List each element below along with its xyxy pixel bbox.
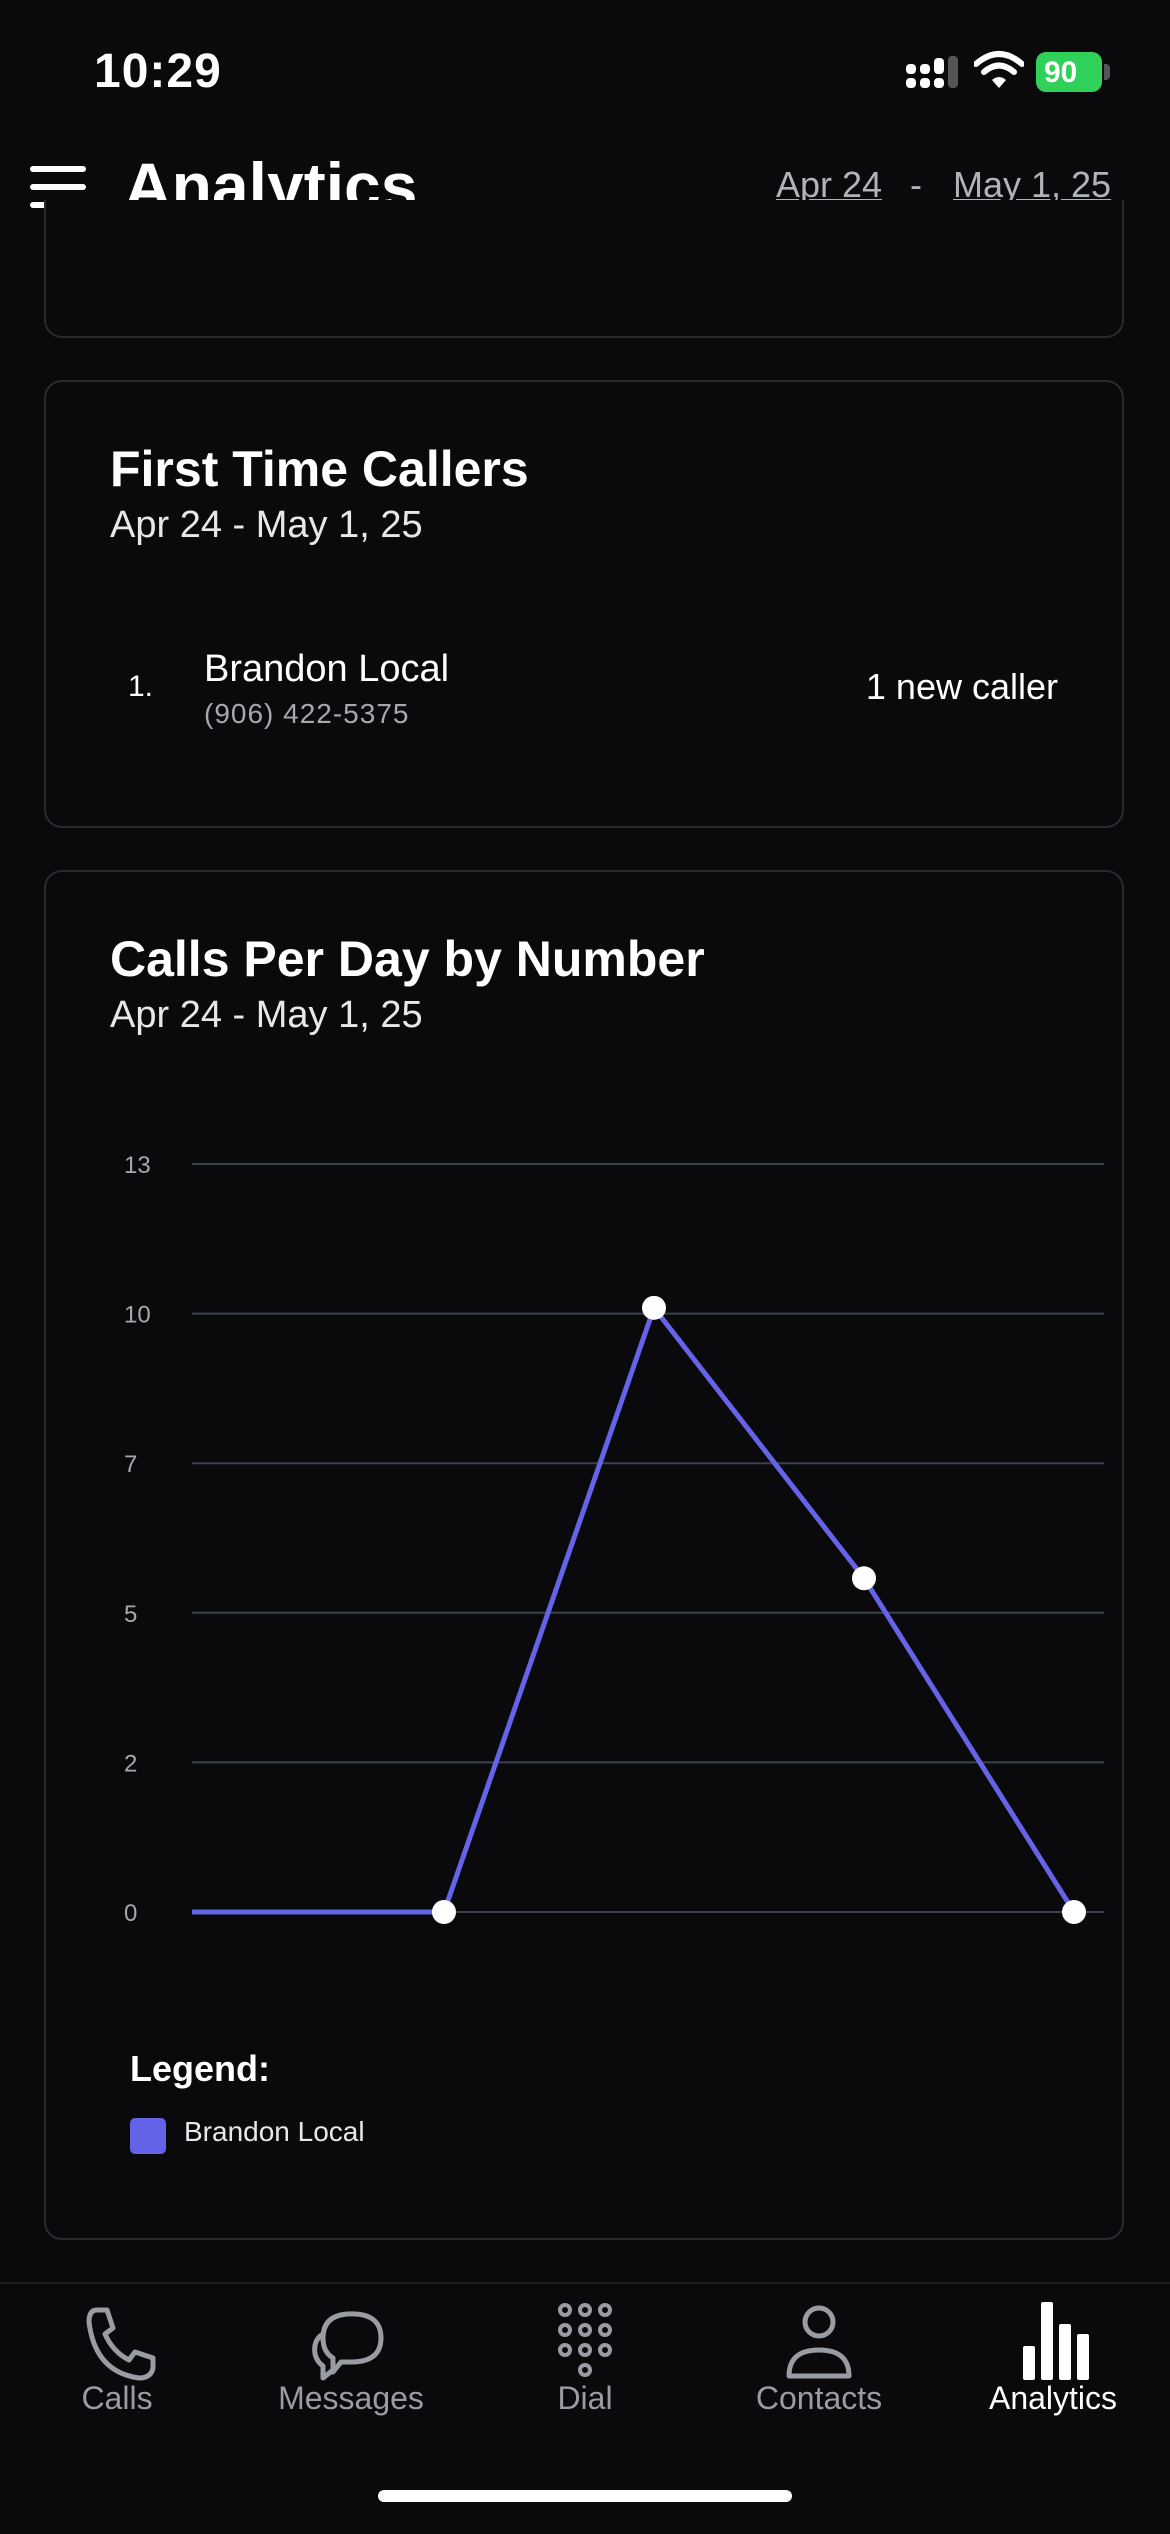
- y-tick-label: 2: [124, 1750, 137, 1777]
- tab-label: Analytics: [988, 2380, 1118, 2416]
- tab-messages[interactable]: Messages: [234, 2284, 468, 2434]
- line-chart: 0 2 5 7 10 13 4/29 4/30 5/1 5/2: [124, 1152, 1104, 1932]
- legend-title: Legend:: [130, 2048, 270, 2089]
- dialpad-icon: [558, 2303, 612, 2377]
- status-bar: 10:29 90: [0, 0, 1170, 140]
- data-point: [1062, 1900, 1086, 1924]
- series-line: [192, 1305, 1077, 1915]
- tab-label: Contacts: [755, 2380, 883, 2416]
- x-tick-label: 4/30: [631, 1929, 678, 1932]
- legend-label: Brandon Local: [184, 2116, 365, 2147]
- tab-label: Calls: [81, 2380, 153, 2416]
- x-tick-label: 5/2: [1057, 1929, 1090, 1932]
- chat-bubbles-icon: [312, 2311, 384, 2381]
- status-time: 10:29: [94, 45, 222, 98]
- home-indicator: [378, 2490, 792, 2502]
- battery-icon: 90: [1036, 52, 1110, 92]
- caller-phone: (906) 422-5375: [204, 698, 410, 729]
- card-title: First Time Callers: [110, 441, 529, 497]
- new-caller-count: 1 new caller: [865, 666, 1058, 707]
- caller-name: Brandon Local: [204, 648, 450, 690]
- phone-icon: [86, 2307, 156, 2381]
- y-tick-label: 10: [124, 1302, 151, 1329]
- person-icon: [786, 2305, 852, 2379]
- data-point: [432, 1900, 456, 1924]
- battery-level: 90: [1044, 56, 1078, 89]
- previous-card: [44, 200, 1124, 338]
- data-point: [642, 1295, 666, 1320]
- x-tick-label: 4/29: [421, 1929, 468, 1932]
- legend-swatch: [130, 2118, 166, 2154]
- y-tick-label: 5: [124, 1601, 137, 1628]
- data-point: [852, 1566, 876, 1591]
- tab-label: Messages: [278, 2380, 424, 2416]
- wifi-icon: [974, 51, 1024, 88]
- tab-label: Dial: [557, 2380, 613, 2416]
- tab-analytics[interactable]: Analytics: [936, 2284, 1170, 2434]
- tab-contacts[interactable]: Contacts: [702, 2284, 936, 2434]
- y-tick-label: 0: [124, 1900, 137, 1927]
- y-tick-label: 7: [124, 1451, 137, 1478]
- calls-per-day-card: Calls Per Day by Number Apr 24 - May 1, …: [44, 870, 1124, 2240]
- y-tick-label: 13: [124, 1152, 151, 1179]
- tab-dial[interactable]: Dial: [468, 2284, 702, 2434]
- cellular-signal-icon: [906, 56, 958, 88]
- first-time-callers-card: First Time Callers Apr 24 - May 1, 25 1.…: [44, 380, 1124, 828]
- x-tick-label: 5/1: [847, 1929, 880, 1932]
- tab-calls[interactable]: Calls: [0, 2284, 234, 2434]
- caller-rank: 1.: [128, 670, 154, 703]
- bar-chart-icon: [1023, 2302, 1089, 2380]
- card-date-range: Apr 24 - May 1, 25: [110, 504, 423, 546]
